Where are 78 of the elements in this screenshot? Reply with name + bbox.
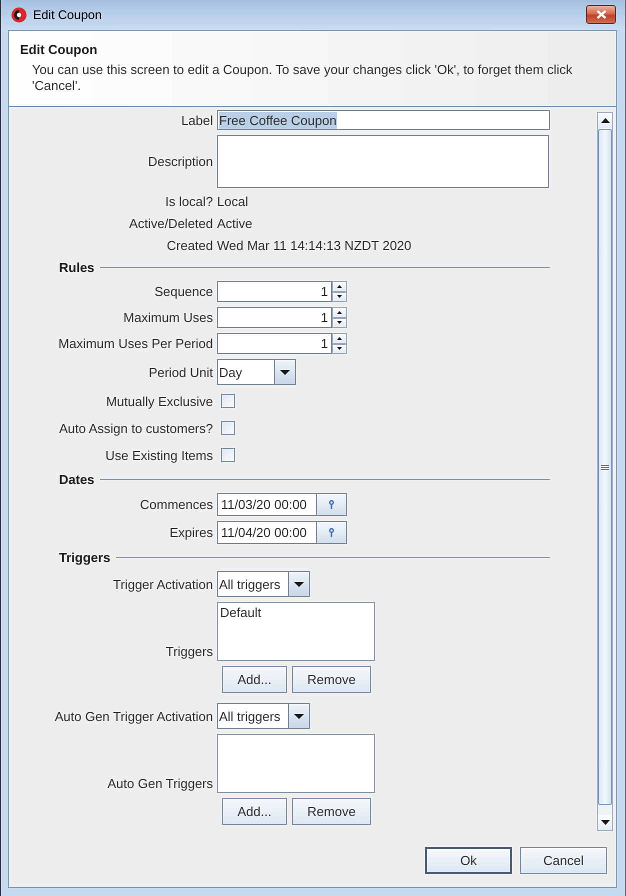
field-label: Label: [181, 112, 213, 128]
field-label: Period Unit: [148, 364, 213, 380]
date-picker-button[interactable]: [317, 521, 347, 544]
remove-button[interactable]: Remove: [292, 666, 371, 693]
field-label: Trigger Activation: [113, 576, 213, 592]
section-title: Rules: [59, 260, 94, 275]
caret-down-icon: [337, 321, 342, 324]
section-title: Dates: [59, 472, 94, 487]
field-label: Auto Gen Triggers: [108, 776, 213, 791]
field-value: Active: [217, 216, 252, 231]
add-button[interactable]: Add...: [222, 798, 287, 825]
date-field[interactable]: 11/04/20 00:00: [217, 521, 317, 544]
scroll-up-button[interactable]: [598, 113, 612, 128]
field-label: Maximum Uses Per Period: [58, 336, 213, 351]
caret-down-icon: [294, 714, 304, 718]
date-picker-button[interactable]: [317, 493, 347, 516]
caret-down-icon: [337, 347, 342, 350]
field-label: Sequence: [154, 284, 213, 299]
number-field[interactable]: 1: [217, 281, 332, 302]
scroll-down-button[interactable]: [598, 815, 612, 830]
checkbox[interactable]: [221, 421, 235, 435]
scrollbar-thumb[interactable]: [598, 129, 612, 805]
list-box[interactable]: Default: [217, 602, 375, 661]
field-label: Commences: [140, 497, 213, 512]
dropdown[interactable]: Day: [217, 359, 296, 385]
field-label: Mutually Exclusive: [106, 394, 213, 408]
field-label: Created: [166, 238, 213, 253]
checkbox[interactable]: [221, 394, 235, 408]
dropdown[interactable]: All triggers: [217, 703, 310, 729]
pin-icon: [329, 500, 334, 509]
field-label: Expires: [170, 525, 213, 540]
add-button[interactable]: Add...: [222, 666, 287, 693]
spin-up-button[interactable]: [332, 307, 347, 318]
dialog-title: Edit Coupon: [20, 42, 98, 58]
caret-down-icon: [294, 582, 304, 586]
checkbox[interactable]: [221, 448, 235, 462]
field-label: Is local?: [165, 194, 213, 209]
scrollbar-track[interactable]: [597, 112, 613, 831]
cancel-button[interactable]: Cancel: [520, 847, 607, 874]
list-box[interactable]: [217, 734, 375, 793]
field-label: Triggers: [166, 644, 213, 659]
close-button[interactable]: [586, 4, 616, 24]
text-field[interactable]: Free Coffee Coupon: [217, 110, 550, 130]
window-title: Edit Coupon: [33, 8, 102, 22]
list-item[interactable]: Default: [220, 605, 372, 621]
close-icon: [596, 10, 606, 18]
field-value: Local: [217, 194, 248, 209]
text-area[interactable]: [217, 135, 549, 188]
grip-icon: [601, 464, 609, 470]
caret-down-icon: [280, 370, 290, 374]
spin-down-button[interactable]: [332, 344, 347, 354]
spin-down-button[interactable]: [332, 292, 347, 302]
field-value: Wed Mar 11 14:14:13 NZDT 2020: [217, 238, 412, 253]
field-label: Use Existing Items: [105, 448, 213, 462]
caret-up-icon: [337, 310, 342, 314]
caret-up-icon: [337, 284, 342, 288]
caret-down-icon: [600, 820, 610, 825]
number-field[interactable]: 1: [217, 333, 332, 354]
spin-up-button[interactable]: [332, 281, 347, 292]
caret-up-icon: [337, 336, 342, 340]
remove-button[interactable]: Remove: [292, 798, 371, 825]
dropdown[interactable]: All triggers: [217, 571, 310, 597]
field-label: Auto Assign to customers?: [59, 420, 213, 436]
ok-button[interactable]: Ok: [425, 847, 512, 874]
field-label: Active/Deleted: [129, 216, 213, 231]
caret-up-icon: [600, 118, 610, 123]
pin-icon: [329, 528, 334, 537]
dialog-description: You can use this screen to edit a Coupon. To save your changes click 'Ok', to forget them click 'Cancel'.: [32, 62, 574, 94]
spin-down-button[interactable]: [332, 318, 347, 328]
field-label: Auto Gen Trigger Activation: [54, 708, 213, 724]
field-label: Maximum Uses: [123, 310, 213, 325]
spin-up-button[interactable]: [332, 333, 347, 344]
section-title: Triggers: [59, 550, 110, 565]
date-field[interactable]: 11/03/20 00:00: [217, 493, 317, 516]
caret-down-icon: [337, 295, 342, 298]
number-field[interactable]: 1: [217, 307, 332, 328]
disc-icon: [11, 7, 27, 23]
field-label: Description: [148, 154, 213, 169]
